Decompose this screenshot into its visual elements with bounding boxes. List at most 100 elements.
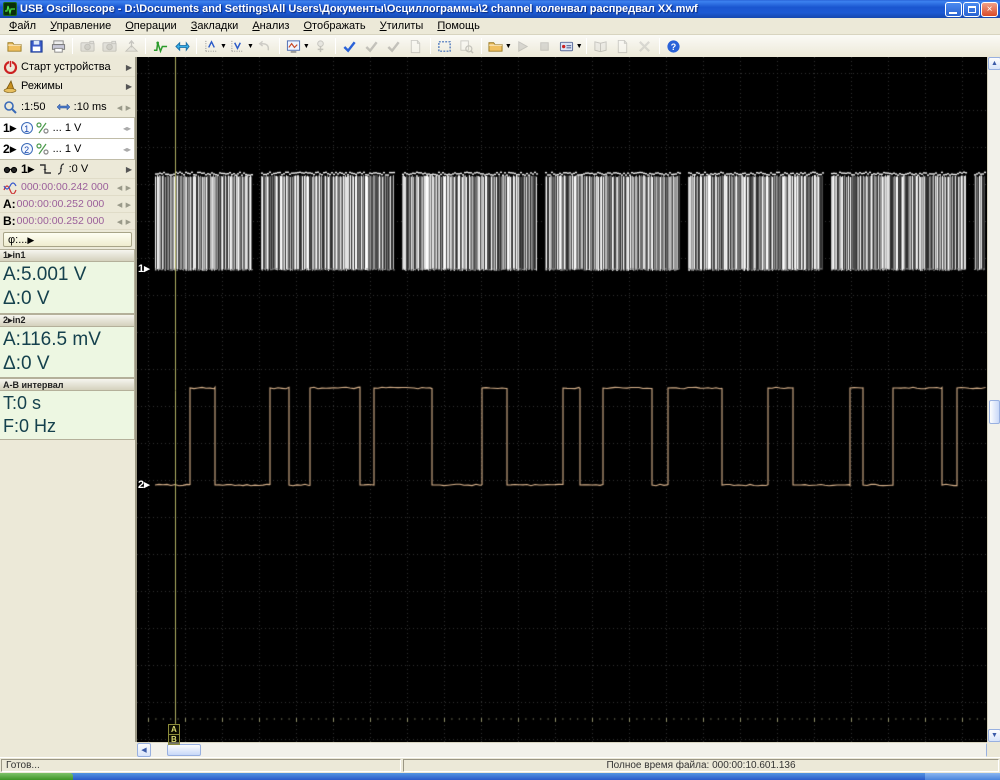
svg-text:?: ? [671, 41, 676, 51]
zoom-out-button[interactable] [227, 36, 249, 56]
start-device-label: Старт устройства [21, 61, 111, 73]
menu-item-4[interactable]: Анализ [245, 19, 296, 33]
expand-arrow-icon[interactable] [126, 80, 132, 92]
restore-button[interactable] [963, 2, 980, 17]
magnifier-icon [3, 100, 18, 114]
close-button[interactable]: × [981, 2, 998, 17]
open-recent-button-dropdown-icon[interactable]: ▼ [505, 43, 512, 50]
falling-edge-icon [38, 162, 53, 176]
record-button-dropdown-icon[interactable]: ▼ [576, 43, 583, 50]
waveform-canvas[interactable] [137, 57, 987, 742]
trigger-channel: 1 [21, 162, 28, 176]
input-1-icon: 1 [21, 122, 33, 134]
channel-2-settings[interactable]: 2 2 ... 1 V [0, 138, 135, 160]
cursor-b-flag[interactable]: B [168, 734, 180, 745]
menu-item-1[interactable]: Управление [43, 19, 118, 33]
pan-mode-button[interactable] [171, 36, 193, 56]
cursor-b-time: 000:00:00.252 000 [17, 215, 105, 227]
toolbar-separator [481, 38, 482, 54]
menu-item-5[interactable]: Отображать [296, 19, 372, 33]
print-button[interactable] [47, 36, 69, 56]
spinner-icon[interactable] [117, 181, 132, 193]
spinner-icon[interactable] [117, 101, 132, 113]
menu-item-7[interactable]: Помощь [430, 19, 487, 33]
scope-view-button[interactable] [149, 36, 171, 56]
timebase-value: :10 ms [74, 101, 107, 113]
minimize-button[interactable] [945, 2, 962, 17]
vertical-scrollbar[interactable]: ▲ ▼ [987, 57, 1000, 742]
spinner-icon[interactable] [117, 215, 132, 227]
display-mode-button-dropdown-icon[interactable]: ▼ [303, 43, 310, 50]
panel-2-values: A:116.5 mV Δ:0 V [0, 327, 135, 379]
spinner-icon[interactable] [117, 198, 132, 210]
cursor-a-row[interactable]: A: 000:00:00.252 000 [0, 196, 135, 213]
ch1-delta: Δ:0 V [3, 287, 131, 311]
cursor-a-label: A: [3, 197, 16, 211]
menu-item-2[interactable]: Операции [118, 19, 183, 33]
scroll-left-icon[interactable]: ◀ [137, 743, 151, 757]
expand-arrow-icon[interactable] [126, 163, 132, 175]
open-button[interactable] [3, 36, 25, 56]
menu-item-3[interactable]: Закладки [184, 19, 246, 33]
status-ready: Готов... [1, 759, 401, 772]
scroll-down-icon[interactable]: ▼ [988, 729, 1000, 742]
zoom-in-button[interactable] [200, 36, 222, 56]
zoom-timebase-row[interactable]: :1:50 :10 ms [0, 96, 135, 118]
toolbar-separator [72, 38, 73, 54]
expand-arrow-icon[interactable] [126, 61, 132, 73]
start-device-button[interactable]: Старт устройства [0, 57, 135, 77]
apply-button[interactable] [339, 36, 361, 56]
record-button[interactable] [556, 36, 578, 56]
app-icon [3, 2, 17, 16]
window-title: USB Oscilloscope - D:\Documents and Sett… [20, 3, 941, 15]
apply-all-button [361, 36, 383, 56]
marker-time-row[interactable]: 000:00:00.242 000 [0, 179, 135, 196]
trigger-settings[interactable]: 1 :0 V [0, 160, 135, 179]
cursor-b-label: B: [3, 214, 16, 228]
horizontal-scrollbar[interactable]: ◀ ▶ [137, 742, 1000, 757]
zoom-out-button-dropdown-icon[interactable]: ▼ [247, 43, 254, 50]
timebase-icon [56, 100, 71, 114]
panel-1-header: 1▸in1 [0, 249, 135, 262]
open-recent-button[interactable] [485, 36, 507, 56]
copy-selection-button [456, 36, 478, 56]
zoom-in-button-dropdown-icon[interactable]: ▼ [220, 43, 227, 50]
delete-button [634, 36, 656, 56]
start-button[interactable] [0, 773, 73, 780]
modes-label: Режимы [21, 80, 63, 92]
spinner-icon[interactable] [123, 122, 131, 134]
oscilloscope-display[interactable]: 1▸ 2▸ A B [137, 57, 987, 742]
sync-glasses-icon [3, 162, 18, 176]
toolbar-separator [430, 38, 431, 54]
phase-button[interactable]: φ:... [3, 232, 132, 247]
spinner-icon[interactable] [123, 143, 131, 155]
ch2-amplitude: A:116.5 mV [3, 328, 131, 352]
menu-item-0[interactable]: Файл [2, 19, 43, 33]
status-bar: Готов... Полное время файла: 000:00:10.6… [0, 757, 1000, 773]
expand-arrow-icon [27, 234, 34, 246]
display-mode-button[interactable] [283, 36, 305, 56]
channel-1-marker[interactable]: 1▸ [138, 262, 150, 275]
save-button[interactable] [25, 36, 47, 56]
toolbar: ▼ ▼ ▼ ▼ ▼? [0, 35, 1000, 57]
toolbar-separator [659, 38, 660, 54]
vertical-scroll-thumb[interactable] [989, 400, 1000, 424]
cursor-b-row[interactable]: B: 000:00:00.252 000 [0, 213, 135, 230]
channel-1-settings[interactable]: 1 1 ... 1 V [0, 117, 135, 139]
status-file-time: Полное время файла: 000:00:10.601.136 [403, 759, 999, 772]
scroll-up-icon[interactable]: ▲ [988, 57, 1000, 70]
horizontal-scroll-thumb[interactable] [167, 744, 201, 756]
arrow-icon [10, 122, 17, 134]
stop-button [534, 36, 556, 56]
windows-taskbar[interactable] [0, 773, 1000, 780]
help-button[interactable]: ? [663, 36, 685, 56]
menu-item-6[interactable]: Утилиты [373, 19, 431, 33]
waveform-marker-icon [3, 180, 18, 194]
modes-button[interactable]: Режимы [0, 77, 135, 96]
select-frame-button[interactable] [434, 36, 456, 56]
channel-2-marker[interactable]: 2▸ [138, 478, 150, 491]
trigger-level-icon [56, 162, 66, 176]
toolbar-separator [145, 38, 146, 54]
ch2-delta: Δ:0 V [3, 352, 131, 376]
export-button [120, 36, 142, 56]
